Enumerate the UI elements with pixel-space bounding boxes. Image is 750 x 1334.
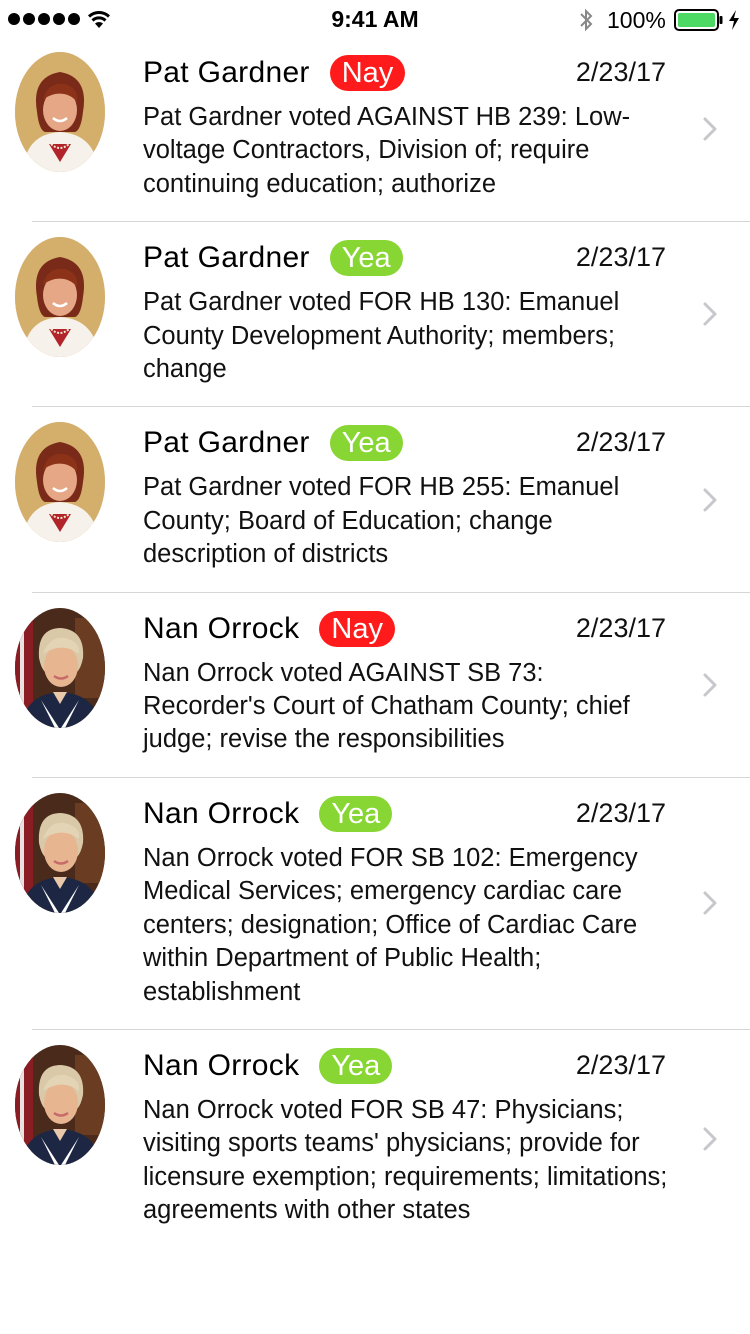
vote-badge: Yea bbox=[319, 1047, 393, 1084]
vote-badge: Yea bbox=[319, 795, 393, 832]
bluetooth-icon bbox=[580, 8, 593, 32]
chevron-right-icon[interactable] bbox=[702, 116, 718, 142]
vote-description: Nan Orrock voted FOR SB 47: Physicians; … bbox=[143, 1095, 668, 1225]
legislator-avatar bbox=[15, 52, 105, 172]
nan-orrock-photo bbox=[15, 608, 105, 728]
pat-gardner-photo bbox=[15, 237, 105, 357]
status-bar: 9:41 AM 100% bbox=[0, 0, 750, 40]
vote-date: 2/23/17 bbox=[575, 57, 666, 87]
chevron-right-icon[interactable] bbox=[702, 890, 718, 916]
legislator-name: Nan Orrock bbox=[143, 796, 300, 830]
legislator-avatar bbox=[15, 237, 105, 357]
legislator-avatar bbox=[15, 608, 105, 728]
vote-row[interactable]: Nan Orrock Nay Nan Orrock voted AGAINST SB… bbox=[32, 593, 750, 778]
vote-row[interactable]: Pat Gardner Yea Pat Gardner voted FOR HB 1… bbox=[32, 222, 750, 408]
chevron-right-icon[interactable] bbox=[702, 1126, 718, 1152]
chevron-right-icon[interactable] bbox=[702, 487, 718, 513]
pat-gardner-photo bbox=[15, 52, 105, 172]
legislator-avatar bbox=[15, 793, 105, 913]
legislator-name: Nan Orrock bbox=[143, 1048, 300, 1082]
vote-row[interactable]: Pat Gardner Yea Pat Gardner voted FOR HB 2… bbox=[32, 407, 750, 593]
vote-description: Nan Orrock voted AGAINST SB 73: Recorder… bbox=[143, 658, 630, 754]
nan-orrock-photo bbox=[15, 793, 105, 913]
vote-date: 2/23/17 bbox=[575, 797, 666, 828]
vote-feed-list[interactable]: Pat Gardner Nay Pat Gardner voted AGAINST … bbox=[0, 37, 750, 1248]
vote-badge: Nay bbox=[319, 610, 395, 647]
vote-row[interactable]: Nan Orrock Yea Nan Orrock voted FOR SB 102… bbox=[32, 778, 750, 1030]
battery-icon bbox=[674, 9, 723, 31]
nan-orrock-photo bbox=[15, 1045, 105, 1165]
charging-bolt-icon bbox=[729, 10, 739, 30]
vote-description: Nan Orrock voted FOR SB 102: Emergency M… bbox=[143, 843, 638, 1006]
vote-date: 2/23/17 bbox=[575, 612, 666, 643]
vote-date: 2/23/17 bbox=[575, 1049, 666, 1080]
battery-percentage: 100% bbox=[607, 7, 666, 33]
vote-badge: Yea bbox=[329, 425, 403, 462]
vote-description: Pat Gardner voted AGAINST HB 239: Low-vo… bbox=[143, 103, 631, 198]
legislator-name: Nan Orrock bbox=[143, 611, 300, 645]
legislator-avatar bbox=[15, 1045, 105, 1165]
pat-gardner-photo bbox=[15, 422, 105, 542]
vote-description: Pat Gardner voted FOR HB 130: Emanuel Co… bbox=[143, 288, 620, 384]
chevron-right-icon[interactable] bbox=[702, 672, 718, 698]
legislator-avatar bbox=[15, 422, 105, 542]
vote-date: 2/23/17 bbox=[575, 427, 666, 458]
vote-description: Pat Gardner voted FOR HB 255: Emanuel Co… bbox=[143, 473, 620, 569]
chevron-right-icon[interactable] bbox=[702, 301, 718, 327]
vote-badge: Yea bbox=[329, 240, 403, 277]
vote-row[interactable]: Pat Gardner Nay Pat Gardner voted AGAINST … bbox=[32, 37, 750, 223]
legislator-name: Pat Gardner bbox=[143, 426, 310, 460]
vote-date: 2/23/17 bbox=[575, 242, 666, 273]
legislator-name: Pat Gardner bbox=[143, 241, 310, 275]
legislator-name: Pat Gardner bbox=[143, 56, 310, 89]
vote-row[interactable]: Nan Orrock Yea Nan Orrock voted FOR SB 47:… bbox=[32, 1030, 750, 1248]
vote-badge: Nay bbox=[329, 55, 406, 91]
